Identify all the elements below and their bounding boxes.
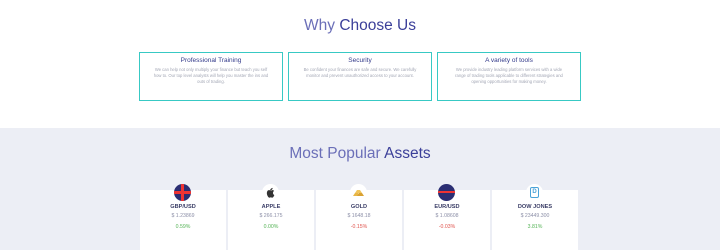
asset-card-dowjones[interactable]: D DOW JONES $ 23449.300 3.81% [492,184,578,250]
asset-change: 3.81% [527,224,543,230]
asset-card-apple[interactable]: APPLE $ 266.175 0.00% [228,184,314,250]
asset-name: APPLE [261,204,281,210]
asset-price: $ 1648.18 [347,213,371,219]
asset-change: -0.15% [350,224,368,230]
dow-jones-letter: D [530,187,539,198]
feature-title: Security [348,57,372,64]
apple-icon [262,184,279,201]
feature-title: Professional Training [180,57,242,64]
asset-change: -0.03% [438,224,456,230]
popular-assets-section: Most Popular Assets GBP/USD $ 1.23869 0.… [0,128,720,250]
asset-name: GBP/USD [170,204,196,210]
asset-price: $ 266.175 [259,213,283,219]
asset-card-eurusd[interactable]: EUR/USD $ 1.08608 -0.03% [404,184,490,250]
feature-description: Be confident your finances are safe and … [303,67,417,78]
dow-jones-icon: D [526,184,543,201]
asset-price: $ 1.23869 [171,213,195,219]
asset-card-gbpusd[interactable]: GBP/USD $ 1.23869 0.59% [140,184,226,250]
feature-description: We provide industry leading platform ser… [455,67,563,84]
why-choose-us-heading: Why Choose Us [304,17,416,34]
asset-change: 0.59% [175,224,191,230]
feature-card-tools: A variety of tools We provide industry l… [437,52,581,101]
asset-card-gold[interactable]: GOLD $ 1648.18 -0.15% [316,184,402,250]
why-choose-us-section: Why Choose Us Professional Training We c… [0,0,720,128]
asset-name: DOW JONES [517,204,553,210]
feature-card-security: Security Be confident your finances are … [288,52,432,101]
asset-price: $ 1.08608 [435,213,459,219]
feature-title: A variety of tools [485,57,533,64]
asset-name: EUR/USD [434,204,460,210]
popular-assets-heading: Most Popular Assets [289,145,431,162]
uk-flag-icon [174,184,191,201]
feature-card-training: Professional Training We can help not on… [139,52,283,101]
asset-change: 0.00% [263,224,279,230]
gold-bars-icon [350,184,367,201]
feature-description: We can help not only multiply your finan… [153,67,269,84]
us-flag-icon [438,184,455,201]
asset-price: $ 23449.300 [520,213,550,219]
asset-name: GOLD [350,204,368,210]
